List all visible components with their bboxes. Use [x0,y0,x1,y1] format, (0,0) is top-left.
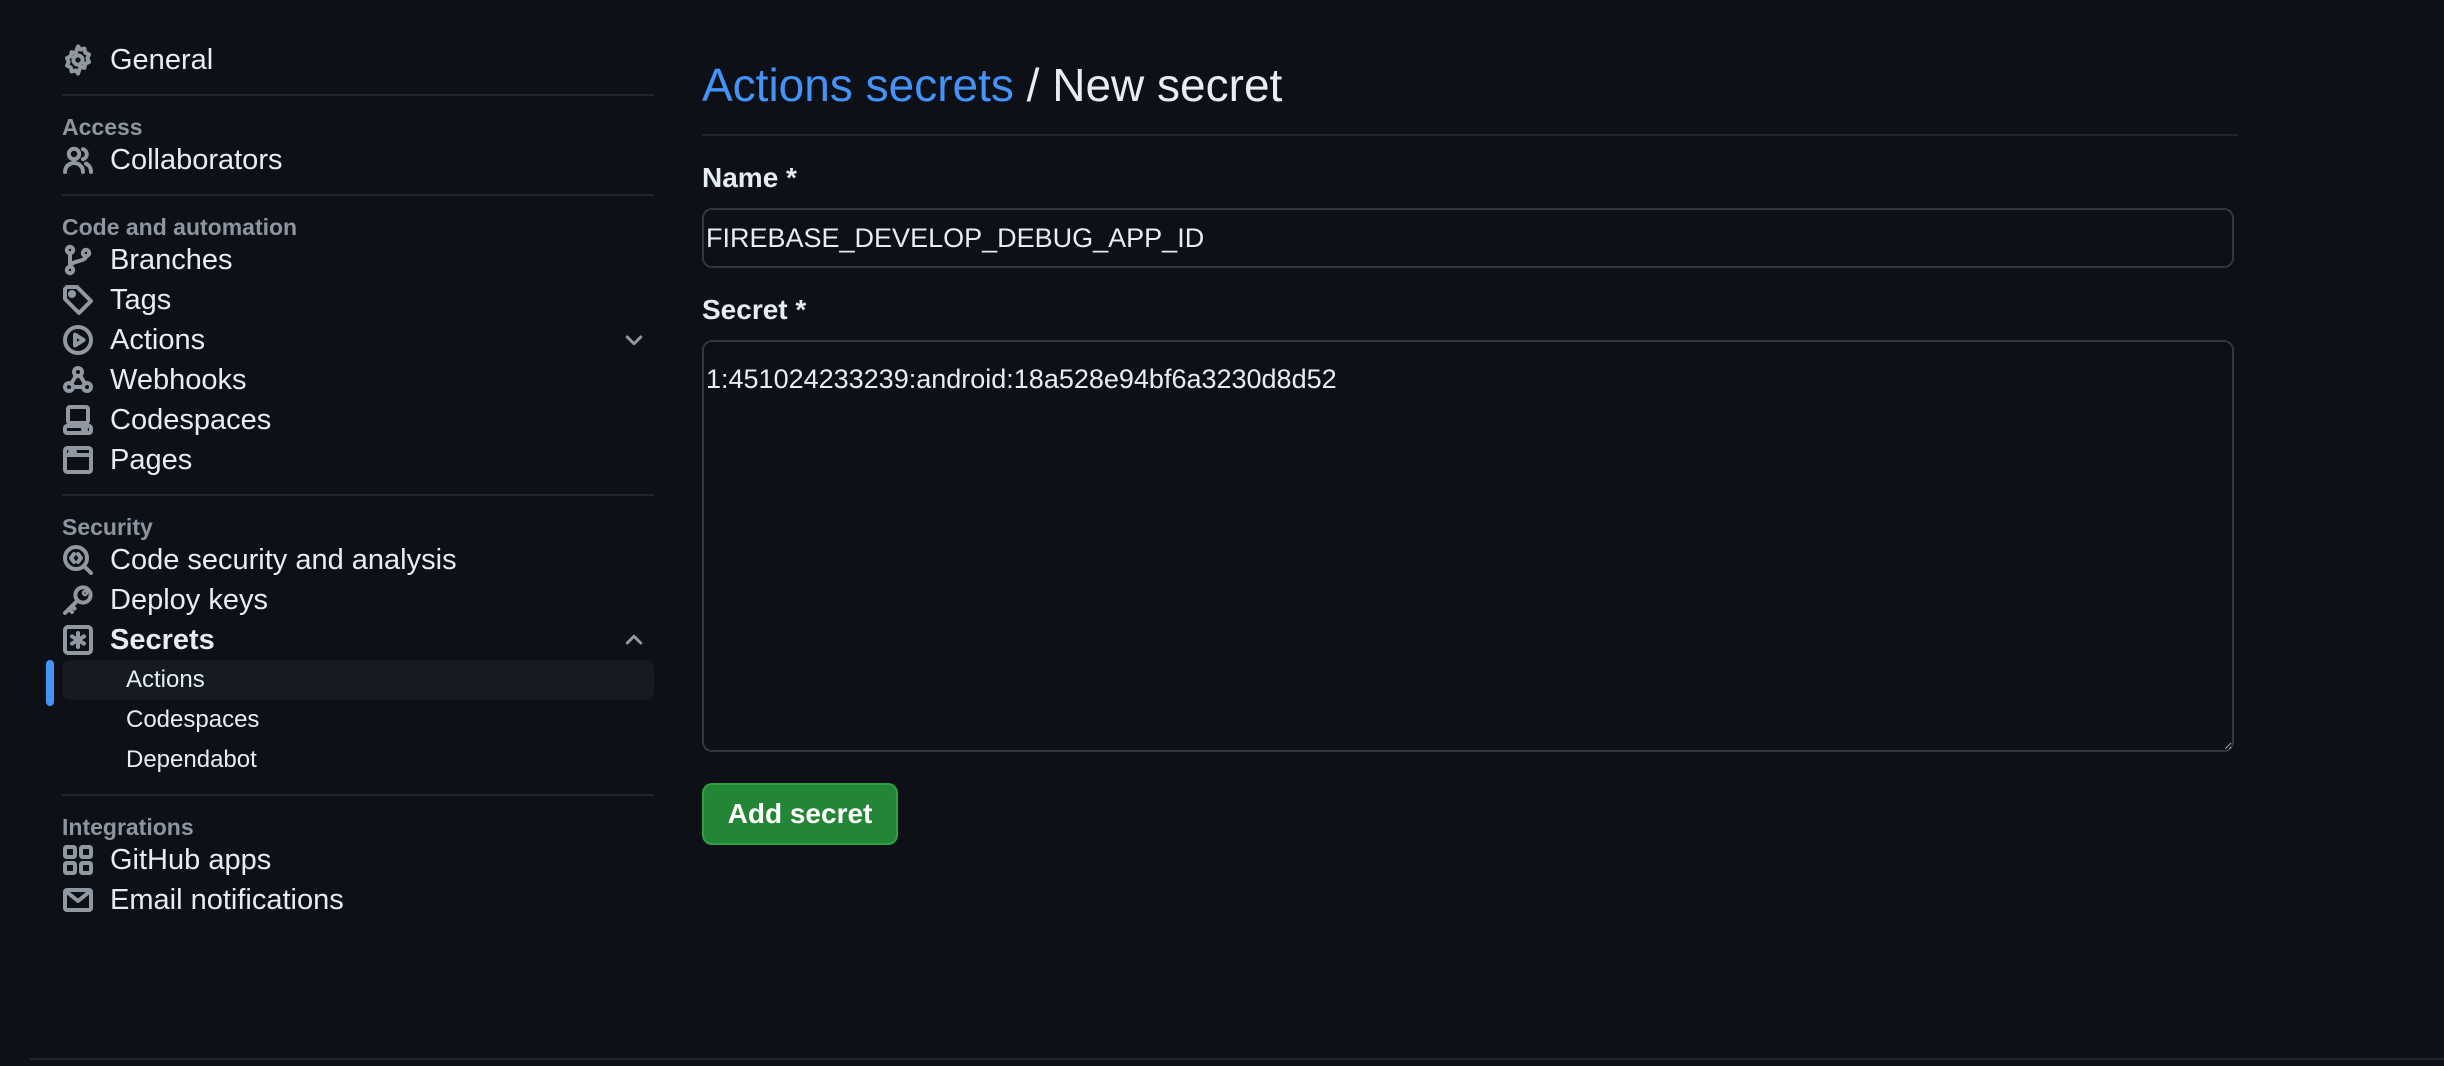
sidebar-item-general[interactable]: General [62,40,654,80]
play-icon [62,324,94,356]
active-indicator [46,660,54,706]
footer-divider [30,1058,2444,1060]
sidebar-item-collaborators[interactable]: Collaborators [62,140,654,180]
sidebar-subitem-label: Codespaces [126,706,260,733]
divider [62,194,654,196]
sidebar-item-label: Codespaces [110,403,272,436]
sidebar-item-github-apps[interactable]: GitHub apps [62,840,654,880]
breadcrumb-current: New secret [1052,59,1283,111]
breadcrumb-separator: / [1013,59,1053,111]
sidebar-item-codespaces[interactable]: Codespaces [62,400,654,440]
git-branch-icon [62,244,94,276]
sidebar-item-secrets[interactable]: Secrets [62,620,654,660]
sidebar-item-label: General [110,43,214,76]
sidebar-item-label: Deploy keys [110,583,268,616]
sidebar-item-label: Email notifications [110,883,344,916]
gear-icon [62,44,94,76]
sidebar-subitem-label: Actions [126,666,205,693]
sidebar-item-webhooks[interactable]: Webhooks [62,360,654,400]
tag-icon [62,284,94,316]
new-secret-form-area: Actions secrets / New secret Name * Secr… [702,50,2238,845]
secret-value-textarea[interactable]: 1:451024233239:android:18a528e94bf6a3230… [702,340,2234,752]
sidebar-item-label: GitHub apps [110,843,272,876]
divider [62,794,654,796]
chevron-down-icon[interactable] [622,328,646,352]
sidebar-subitem-dependabot[interactable]: Dependabot [62,740,654,780]
people-icon [62,144,94,176]
sidebar-subitem-label: Dependabot [126,746,257,773]
sidebar-item-label: Actions [110,323,206,356]
sidebar-item-deploy-keys[interactable]: Deploy keys [62,580,654,620]
group-label-access: Access [62,114,143,140]
sidebar-item-label: Tags [110,283,172,316]
sidebar-subitem-codespaces[interactable]: Codespaces [62,700,654,740]
sidebar-item-label: Code security and analysis [110,543,457,576]
asterisk-icon [62,624,94,656]
sidebar-item-label: Secrets [110,623,215,656]
divider [62,494,654,496]
name-label: Name * [702,162,797,193]
sidebar-item-email-notifications[interactable]: Email notifications [62,880,654,920]
group-label-integrations: Integrations [62,814,194,840]
sidebar-item-label: Collaborators [110,143,283,176]
sidebar-item-tags[interactable]: Tags [62,280,654,320]
sidebar-item-actions[interactable]: Actions [62,320,654,360]
breadcrumb-actions-secrets-link[interactable]: Actions secrets [702,59,1014,111]
secret-name-input[interactable] [702,208,2234,268]
add-secret-button[interactable]: Add secret [702,783,898,845]
settings-sidebar: General Access Collaborators Code and au… [46,40,654,920]
codespaces-icon [62,404,94,436]
apps-icon [62,844,94,876]
codescan-icon [62,544,94,576]
browser-icon [62,444,94,476]
sidebar-item-pages[interactable]: Pages [62,440,654,480]
sidebar-item-label: Webhooks [110,363,247,396]
group-label-code-automation: Code and automation [62,214,298,240]
sidebar-subitem-actions[interactable]: Actions [46,660,654,706]
sidebar-item-label: Branches [110,243,233,276]
sidebar-item-branches[interactable]: Branches [62,240,654,280]
webhook-icon [62,364,94,396]
mail-icon [62,884,94,916]
sidebar-item-code-security[interactable]: Code security and analysis [62,540,654,580]
chevron-up-icon[interactable] [622,628,646,652]
key-icon [62,584,94,616]
divider [62,94,654,96]
sidebar-item-label: Pages [110,443,193,476]
group-label-security: Security [62,514,153,540]
page-title: Actions secrets / New secret [702,50,2238,136]
secret-label: Secret * [702,294,807,325]
